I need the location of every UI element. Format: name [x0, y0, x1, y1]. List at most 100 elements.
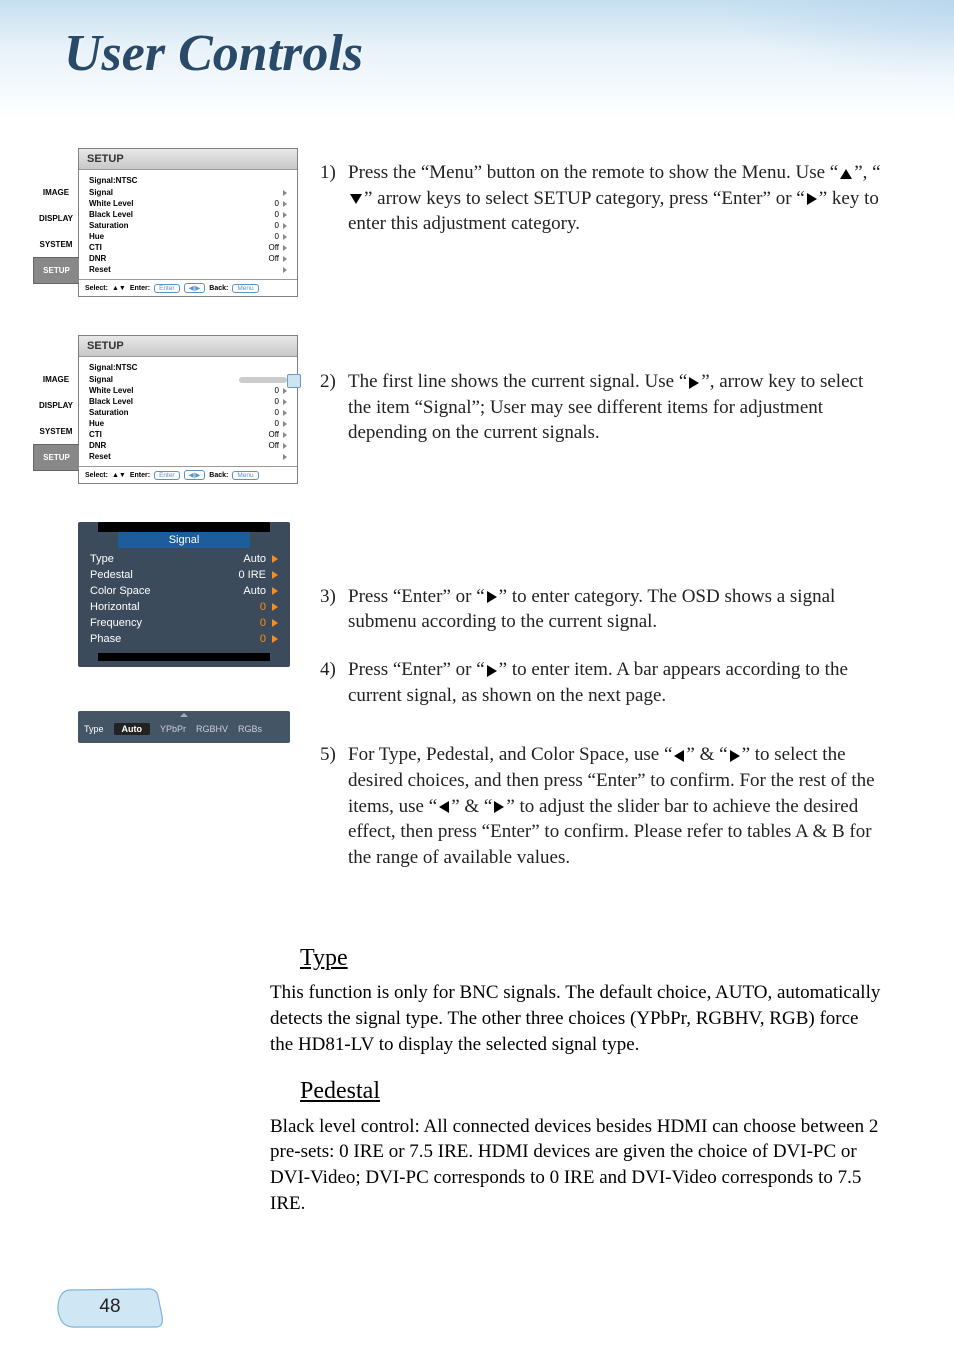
osd-footer: Select: ▲▼ Enter: Enter ◀|▶ Back: Menu	[79, 466, 297, 483]
osd-row-label: DNR	[89, 254, 106, 263]
step-4: 4) Press “Enter” or “” to enter item. A …	[320, 657, 882, 708]
arrow-up-icon	[840, 169, 852, 179]
step-number: 4)	[320, 657, 348, 708]
chevron-right-icon	[283, 245, 287, 251]
osd-row-value: 0	[275, 210, 279, 219]
chevron-right-icon	[283, 410, 287, 416]
type-option-ypbpr: YPbPr	[160, 724, 186, 734]
type-strip-label: Type	[84, 724, 104, 734]
content-area: IMAGE DISPLAY SYSTEM SETUP SETUP Signal:…	[0, 130, 954, 1284]
step-text: The first line shows the current signal.…	[348, 371, 687, 392]
signal-title: Signal	[118, 532, 250, 548]
chevron-right-icon	[272, 619, 278, 627]
osd-title: SETUP	[79, 336, 297, 357]
step-number: 1)	[320, 160, 348, 237]
osd-footer-enter: Enter:	[130, 472, 150, 479]
chevron-right-icon	[283, 432, 287, 438]
step-text: ” & “	[451, 796, 492, 817]
pedestal-heading: Pedestal	[270, 1075, 882, 1107]
page-number: 48	[99, 1296, 120, 1318]
osd-row-value: Off	[268, 254, 279, 263]
osd-column: IMAGE DISPLAY SYSTEM SETUP SETUP Signal:…	[78, 148, 298, 743]
osd-tab-setup: SETUP	[33, 257, 79, 284]
type-option-rgbs: RGBs	[238, 724, 262, 734]
osd-row-value: Off	[268, 243, 279, 252]
arrow-right-icon	[487, 591, 497, 603]
osd-setup-screenshot-2: IMAGE DISPLAY SYSTEM SETUP SETUP Signal:…	[78, 335, 298, 484]
osd-slider	[239, 377, 287, 383]
chevron-up-icon	[180, 713, 188, 717]
arrow-right-icon	[689, 377, 699, 389]
osd-footer-menu-chip: Menu	[232, 471, 258, 480]
arrow-right-icon	[807, 193, 817, 205]
signal-row-value: Auto	[243, 553, 266, 565]
osd-footer-back: Back:	[209, 285, 228, 292]
osd-tab-system: SYSTEM	[33, 418, 79, 444]
signal-row-label: Pedestal	[90, 569, 133, 581]
type-option-auto: Auto	[114, 723, 151, 735]
osd-row-value: 0	[275, 221, 279, 230]
signal-row-value: 0	[260, 617, 266, 629]
osd-footer-back: Back:	[209, 472, 228, 479]
osd-tab-image: IMAGE	[33, 179, 79, 205]
osd-side-tabs: IMAGE DISPLAY SYSTEM SETUP	[33, 366, 79, 471]
osd-footer-menu-chip: Menu	[232, 284, 258, 293]
osd-tab-system: SYSTEM	[33, 231, 79, 257]
osd-row-value: 0	[275, 232, 279, 241]
type-option-rgbhv: RGBHV	[196, 724, 228, 734]
chevron-right-icon	[283, 223, 287, 229]
arrow-left-icon	[674, 750, 684, 762]
osd-row-label: Signal	[89, 375, 113, 384]
arrow-down-icon	[350, 194, 362, 204]
osd-footer-enter-chip: Enter	[154, 471, 180, 480]
osd-signal-line: Signal:NTSC	[89, 363, 287, 372]
step-text: ” arrow keys to select SETUP category, p…	[364, 188, 805, 209]
step-3: 3) Press “Enter” or “” to enter category…	[320, 584, 882, 635]
signal-row-label: Phase	[90, 633, 121, 645]
osd-tab-display: DISPLAY	[33, 205, 79, 231]
type-heading: Type	[270, 942, 882, 974]
osd-footer-select: Select:	[85, 472, 108, 479]
chevron-right-icon	[272, 603, 278, 611]
step-2: 2) The first line shows the current sign…	[320, 369, 882, 446]
osd-footer-select: Select:	[85, 285, 108, 292]
osd-footer-enter: Enter:	[130, 285, 150, 292]
definition-sections: Type This function is only for BNC signa…	[270, 942, 882, 1234]
osd-row-label: White Level	[89, 199, 133, 208]
signal-row-value: 0	[260, 601, 266, 613]
step-text: Press the “Menu” button on the remote to…	[348, 162, 838, 183]
osd-tab-setup: SETUP	[33, 444, 79, 471]
osd-side-tabs: IMAGE DISPLAY SYSTEM SETUP	[33, 179, 79, 284]
chevron-right-icon	[272, 571, 278, 579]
osd-row-value: Off	[268, 441, 279, 450]
chevron-right-icon	[283, 190, 287, 196]
osd-row-label: Hue	[89, 419, 104, 428]
osd-row-label: Reset	[89, 452, 111, 461]
osd-row-label: Saturation	[89, 221, 129, 230]
step-text: ” & “	[686, 744, 727, 765]
step-5: 5) For Type, Pedestal, and Color Space, …	[320, 742, 882, 870]
step-text: ”, “	[854, 162, 880, 183]
chevron-right-icon	[283, 201, 287, 207]
chevron-right-icon	[283, 388, 287, 394]
step-text: Press “Enter” or “	[348, 586, 485, 607]
osd-row-value: 0	[275, 386, 279, 395]
signal-row-label: Frequency	[90, 617, 142, 629]
osd-row-value: 0	[275, 408, 279, 417]
osd-setup-screenshot-1: IMAGE DISPLAY SYSTEM SETUP SETUP Signal:…	[78, 148, 298, 297]
chevron-right-icon	[283, 234, 287, 240]
step-number: 5)	[320, 742, 348, 870]
osd-footer: Select: ▲▼ Enter: Enter ◀|▶ Back: Menu	[79, 279, 297, 296]
osd-row-label: Hue	[89, 232, 104, 241]
signal-row-value: 0	[260, 633, 266, 645]
osd-footer-enter-chip: Enter	[154, 284, 180, 293]
chevron-right-icon	[272, 555, 278, 563]
osd-tab-image: IMAGE	[33, 366, 79, 392]
signal-row-label: Horizontal	[90, 601, 140, 613]
page-title: User Controls	[64, 24, 363, 83]
type-body: This function is only for BNC signals. T…	[270, 980, 882, 1057]
chevron-right-icon	[283, 256, 287, 262]
pedestal-body: Black level control: All connected devic…	[270, 1114, 882, 1217]
osd-row-value: 0	[275, 419, 279, 428]
signal-row-label: Color Space	[90, 585, 151, 597]
